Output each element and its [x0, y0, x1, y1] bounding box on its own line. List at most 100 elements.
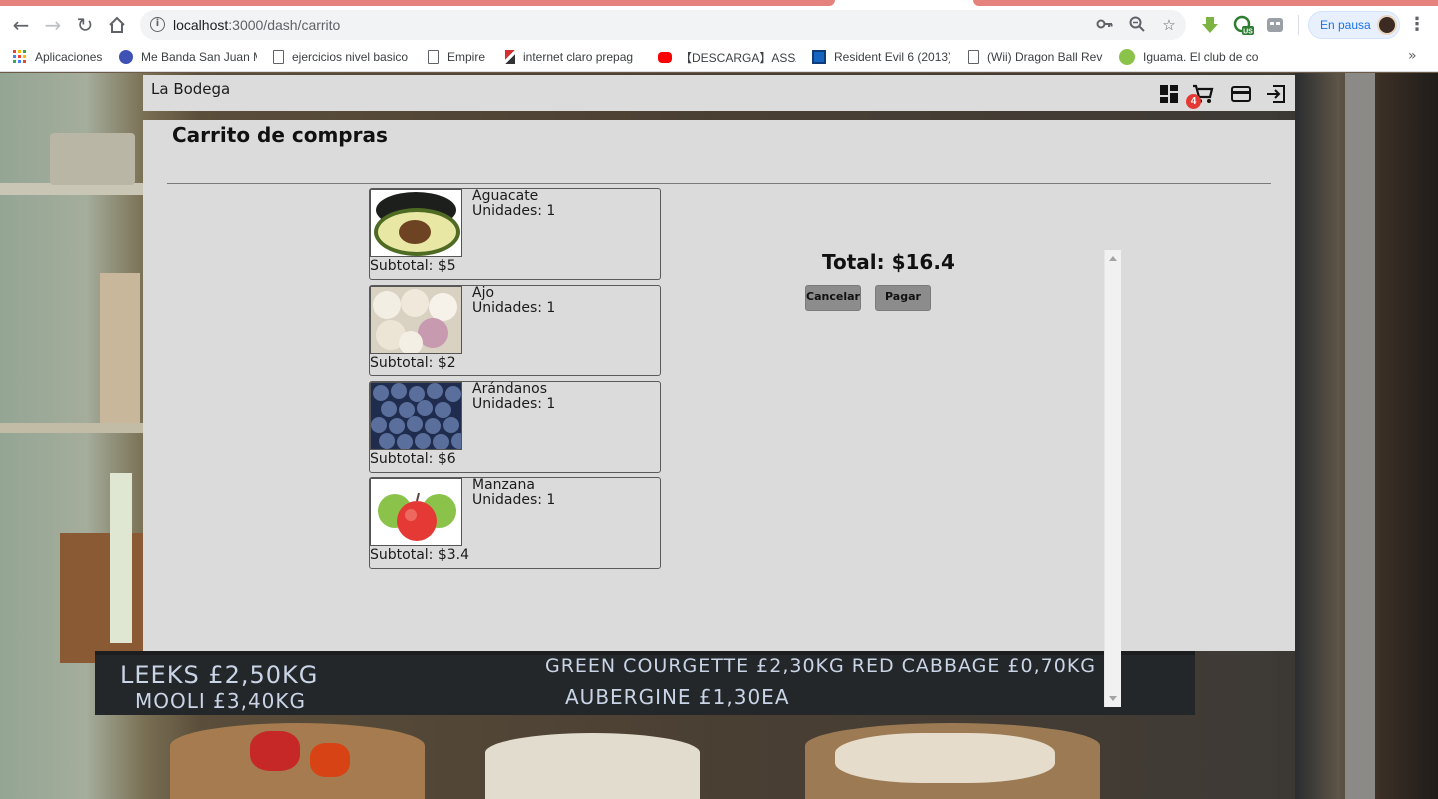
logout-icon[interactable] — [1265, 83, 1287, 105]
item-units: Unidades: 1 — [472, 492, 556, 508]
product-image-blueberries — [370, 382, 462, 450]
bookmark-label: 【DESCARGA】ASSASS — [680, 50, 796, 65]
cart-item: Arándanos Unidades: 1 Subtotal: $6 — [369, 381, 661, 473]
page-icon — [968, 50, 979, 64]
browser-tab[interactable] — [973, 0, 1438, 6]
item-name: Ajo — [472, 285, 495, 301]
bookmark-item[interactable]: Iguama. El club de co — [1119, 48, 1259, 66]
reload-icon[interactable]: ↻ — [71, 11, 99, 39]
item-name: Arándanos — [472, 381, 547, 397]
background-jar — [50, 133, 135, 185]
bookmark-label: (Wii) Dragon Ball Rev — [987, 50, 1103, 64]
bookmark-label: Empire — [447, 50, 486, 64]
cart-item: Ajo Unidades: 1 Subtotal: $2 — [369, 285, 661, 376]
background-basket — [170, 723, 425, 799]
item-units: Unidades: 1 — [472, 300, 556, 316]
vpn-extension-icon[interactable]: US — [1233, 15, 1254, 36]
item-subtotal: Subtotal: $6 — [370, 451, 456, 467]
browser-menu-icon[interactable]: ⋮ — [1407, 13, 1427, 37]
url-text[interactable]: localhost:3000/dash/carrito — [173, 17, 340, 33]
bookmark-item[interactable]: Me Banda San Juan M — [119, 48, 257, 66]
home-icon[interactable] — [103, 11, 131, 39]
chalkboard: LEEKS £2,50KG MOOLI £3,40KG GREEN COURGE… — [95, 651, 1195, 715]
page-title: Carrito de compras — [172, 123, 388, 147]
background-leek — [110, 473, 132, 643]
profile-button[interactable]: En pausa — [1308, 11, 1400, 39]
browser-toolbar: ← → ↻ i localhost:3000/dash/carrito ☆ US… — [0, 7, 1438, 43]
background-garlic — [835, 733, 1055, 783]
music-icon — [119, 50, 133, 64]
chalkboard-text: AUBERGINE £1,30EA — [565, 685, 790, 709]
profile-label: En pausa — [1320, 18, 1371, 32]
background-basket — [485, 733, 700, 799]
cart-item: Aguacate Unidades: 1 Subtotal: $5 — [369, 188, 661, 280]
item-subtotal: Subtotal: $3.4 — [370, 547, 469, 563]
page-icon — [273, 50, 284, 64]
cart-panel: Carrito de compras Aguacate Unidades: 1 … — [143, 120, 1295, 707]
cart-total: Total: $16.4 — [822, 250, 955, 274]
browser-tab-strip — [0, 0, 1438, 7]
bookmark-item[interactable]: 【DESCARGA】ASSASS — [658, 48, 796, 66]
bookmark-item[interactable]: Aplicaciones — [13, 48, 108, 66]
product-image-avocado — [370, 189, 462, 257]
site-info-icon[interactable]: i — [150, 17, 165, 32]
bookmark-label: ejercicios nivel basico — [292, 50, 409, 64]
apps-grid-icon — [13, 50, 27, 64]
key-icon[interactable] — [1095, 15, 1115, 35]
item-units: Unidades: 1 — [472, 396, 556, 412]
address-bar[interactable]: i localhost:3000/dash/carrito ☆ — [140, 10, 1186, 40]
pay-button[interactable]: Pagar — [875, 285, 931, 311]
avatar — [1377, 15, 1397, 35]
zoom-icon[interactable] — [1127, 15, 1147, 35]
cancel-button[interactable]: Cancelar — [805, 285, 861, 311]
scroll-down-arrow-icon[interactable] — [1109, 696, 1117, 701]
dashboard-icon[interactable] — [1158, 83, 1180, 105]
bookmark-item[interactable]: Resident Evil 6 (2013) — [812, 48, 950, 66]
iguama-icon — [1119, 49, 1135, 65]
bookmarks-overflow-icon[interactable]: » — [1408, 48, 1417, 64]
cart-scroll-area[interactable]: Aguacate Unidades: 1 Subtotal: $5 Ajo Un… — [167, 185, 1121, 707]
bookmarks-bar: Aplicaciones Me Banda San Juan M ejercic… — [0, 43, 1438, 72]
bookmark-item[interactable]: (Wii) Dragon Ball Rev — [968, 48, 1103, 66]
item-subtotal: Subtotal: $5 — [370, 258, 456, 274]
bookmark-item[interactable]: ejercicios nivel basico — [273, 48, 411, 66]
divider — [167, 183, 1271, 184]
chalkboard-text: LEEKS £2,50KG — [120, 661, 319, 689]
product-image-apples — [370, 478, 462, 546]
bookmark-label: Iguama. El club de co — [1143, 50, 1259, 64]
app-title[interactable]: La Bodega — [151, 80, 230, 98]
site-d-icon — [812, 50, 826, 64]
item-subtotal: Subtotal: $2 — [370, 355, 456, 371]
bookmark-label: internet claro prepag — [523, 50, 634, 64]
credit-card-icon[interactable] — [1230, 83, 1252, 105]
extension-icon[interactable] — [1265, 15, 1285, 35]
item-name: Manzana — [472, 477, 535, 493]
star-bookmark-icon[interactable]: ☆ — [1159, 15, 1179, 35]
background-basket — [805, 723, 1100, 799]
browser-tab[interactable] — [0, 0, 835, 6]
background-pepper — [310, 743, 350, 777]
item-units: Unidades: 1 — [472, 203, 556, 219]
youtube-icon — [658, 51, 672, 63]
cart-count-badge: 4 — [1186, 94, 1201, 109]
bookmark-item[interactable]: internet claro prepag — [505, 48, 640, 66]
claro-icon — [505, 50, 515, 64]
background-crate — [60, 533, 150, 663]
url-path: :3000/dash/carrito — [228, 17, 341, 33]
chalkboard-text: GREEN COURGETTE £2,30KG RED CABBAGE £0,7… — [545, 655, 1096, 677]
back-icon[interactable]: ← — [7, 11, 35, 39]
background-door-frame — [1345, 73, 1375, 799]
background-pepper — [250, 731, 300, 771]
extension-badge: US — [1243, 29, 1253, 36]
page-icon — [428, 50, 439, 64]
download-extension-icon[interactable] — [1200, 15, 1220, 35]
scroll-up-arrow-icon[interactable] — [1109, 256, 1117, 261]
toolbar-divider — [1298, 15, 1299, 35]
bookmark-item[interactable]: Empire — [428, 48, 498, 66]
app-header: La Bodega — [143, 75, 1295, 111]
forward-icon[interactable]: → — [39, 11, 67, 39]
bookmark-label: Resident Evil 6 (2013) — [834, 50, 950, 64]
chalkboard-text: MOOLI £3,40KG — [135, 689, 307, 713]
cart-item: Manzana Unidades: 1 Subtotal: $3.4 — [369, 477, 661, 569]
vertical-scrollbar[interactable] — [1104, 250, 1121, 707]
